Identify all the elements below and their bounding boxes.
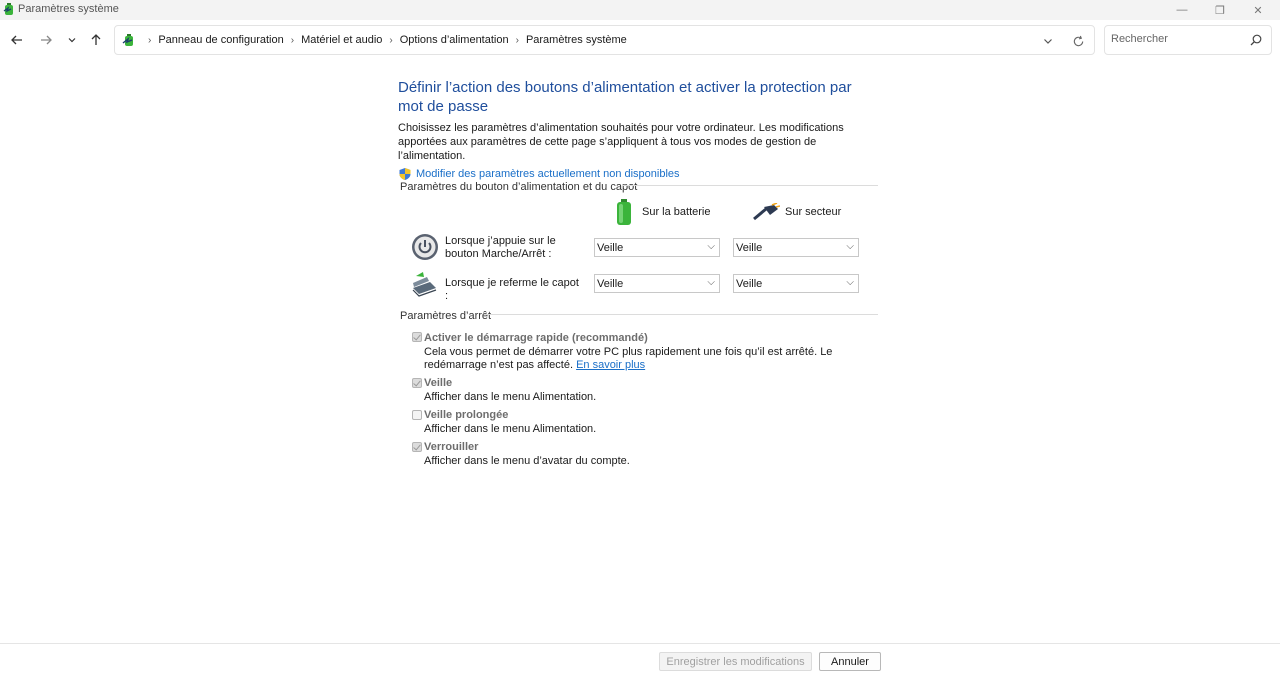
section-divider <box>484 314 878 315</box>
power-button-ac-select[interactable]: Veille ⌵ <box>733 238 859 257</box>
minimize-button[interactable]: — <box>1164 0 1200 20</box>
power-plug-icon <box>753 203 780 221</box>
footer-divider <box>0 643 1280 644</box>
battery-icon <box>617 199 631 225</box>
lock-description: Afficher dans le menu d’avatar du compte… <box>424 455 630 467</box>
hibernate-checkbox[interactable] <box>412 410 422 420</box>
close-button[interactable]: ✕ <box>1240 0 1276 20</box>
title-bar: Paramètres système — ❐ ✕ <box>0 0 1280 20</box>
page-title: Définir l’action des boutons d’alimentat… <box>398 79 852 115</box>
power-button-battery-select[interactable]: Veille ⌵ <box>594 238 720 257</box>
recent-locations-button[interactable] <box>61 29 83 51</box>
cancel-button[interactable]: Annuler <box>819 652 881 671</box>
chevron-down-icon: ⌵ <box>846 277 854 288</box>
breadcrumb: › Panneau de configuration › Matériel et… <box>141 34 627 46</box>
breadcrumb-item-control-panel[interactable]: Panneau de configuration <box>158 34 283 46</box>
fast-startup-description: Cela vous permet de démarrer votre PC pl… <box>424 346 879 372</box>
fast-startup-label: Activer le démarrage rapide (recommandé) <box>424 332 648 344</box>
breadcrumb-separator: › <box>148 34 152 46</box>
window-title: Paramètres système <box>18 3 119 15</box>
sleep-description: Afficher dans le menu Alimentation. <box>424 391 597 403</box>
arrow-right-icon <box>41 35 52 45</box>
battery-column-header: Sur la batterie <box>613 198 710 226</box>
ac-column-label: Sur secteur <box>785 206 842 218</box>
select-value: Veille <box>597 242 624 254</box>
ac-column-header: Sur secteur <box>752 203 841 221</box>
section-divider <box>622 185 878 186</box>
main-content: Définir l’action des boutons d’alimentat… <box>398 78 882 181</box>
chevron-down-icon: ⌵ <box>846 241 854 252</box>
save-changes-button[interactable]: Enregistrer les modifications <box>659 652 812 671</box>
chevron-down-icon <box>68 38 76 43</box>
search-icon[interactable] <box>1249 33 1263 47</box>
laptop-lid-icon <box>412 272 437 297</box>
search-input[interactable] <box>1111 33 1241 45</box>
lid-ac-select[interactable]: Veille ⌵ <box>733 274 859 293</box>
hibernate-description: Afficher dans le menu Alimentation. <box>424 423 597 435</box>
select-value: Veille <box>736 242 763 254</box>
sleep-label: Veille <box>424 377 453 389</box>
power-button-row-label: Lorsque j’appuie sur le bouton Marche/Ar… <box>445 235 556 260</box>
breadcrumb-item-hardware-audio[interactable]: Matériel et audio <box>301 34 382 46</box>
address-history-dropdown[interactable] <box>1039 32 1057 50</box>
lid-row-label: Lorsque je referme le capot : <box>445 277 579 302</box>
navigation-bar: › Panneau de configuration › Matériel et… <box>0 20 1280 62</box>
breadcrumb-separator: › <box>515 34 519 46</box>
sleep-checkbox[interactable] <box>412 378 422 388</box>
power-options-app-icon <box>3 3 13 15</box>
arrow-left-icon <box>11 35 22 45</box>
control-panel-icon <box>122 34 133 46</box>
chevron-down-icon <box>1044 39 1052 44</box>
search-box[interactable] <box>1104 25 1272 55</box>
arrow-up-icon <box>91 34 101 45</box>
refresh-button[interactable] <box>1069 32 1087 50</box>
breadcrumb-item-system-settings[interactable]: Paramètres système <box>526 34 627 46</box>
chevron-down-icon: ⌵ <box>707 277 715 288</box>
forward-button[interactable] <box>35 29 57 51</box>
chevron-down-icon: ⌵ <box>707 241 715 252</box>
back-button[interactable] <box>6 29 28 51</box>
lock-checkbox[interactable] <box>412 442 422 452</box>
page-description: Choisissez les paramètres d’alimentation… <box>398 122 844 162</box>
learn-more-link[interactable]: En savoir plus <box>576 359 645 371</box>
hibernate-label: Veille prolongée <box>424 409 509 421</box>
address-bar[interactable]: › Panneau de configuration › Matériel et… <box>114 25 1095 55</box>
uac-shield-icon <box>399 168 411 180</box>
select-value: Veille <box>736 278 763 290</box>
refresh-icon <box>1073 35 1083 46</box>
power-button-icon <box>412 234 438 260</box>
breadcrumb-separator: › <box>290 34 295 46</box>
shutdown-section-title: Paramètres d’arrêt <box>400 310 492 322</box>
breadcrumb-separator: › <box>389 34 393 46</box>
maximize-button[interactable]: ❐ <box>1202 0 1238 20</box>
change-unavailable-settings-link[interactable]: Modifier des paramètres actuellement non… <box>398 167 882 181</box>
battery-column-label: Sur la batterie <box>642 206 711 218</box>
breadcrumb-item-power-options[interactable]: Options d’alimentation <box>400 34 509 46</box>
lid-battery-select[interactable]: Veille ⌵ <box>594 274 720 293</box>
power-button-section-title: Paramètres du bouton d’alimentation et d… <box>400 181 638 193</box>
fast-startup-checkbox[interactable] <box>412 332 422 342</box>
change-unavailable-settings-label: Modifier des paramètres actuellement non… <box>416 168 680 180</box>
up-button[interactable] <box>85 29 107 51</box>
lock-label: Verrouiller <box>424 441 479 453</box>
select-value: Veille <box>597 278 624 290</box>
